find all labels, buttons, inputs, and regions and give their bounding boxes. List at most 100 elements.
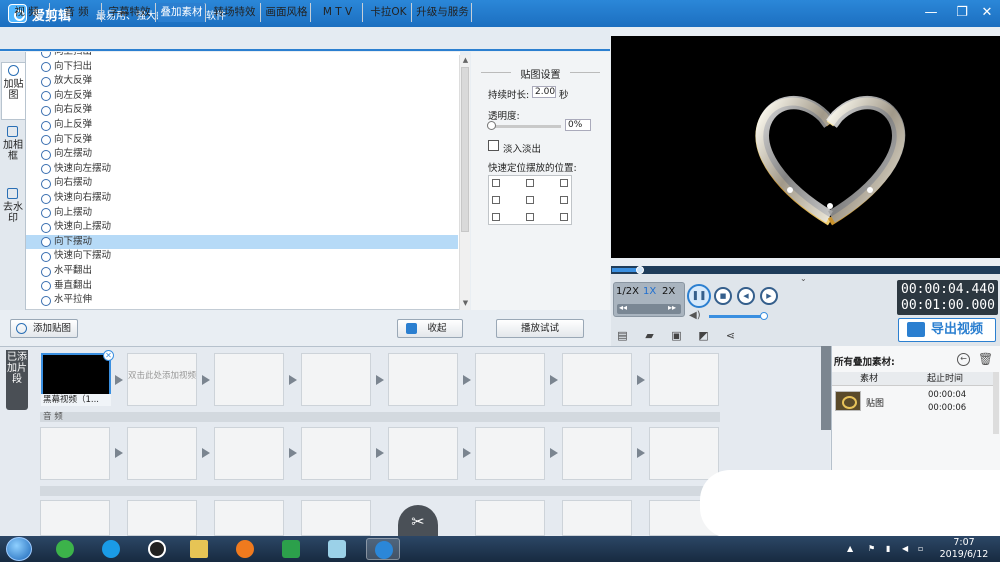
effect-item[interactable]: 向右反弹 [26, 103, 458, 118]
battery-tray-icon[interactable]: ▮ [886, 544, 895, 553]
audio-slot[interactable] [214, 427, 284, 480]
next-frame-button[interactable]: ▶ [760, 287, 778, 305]
radio-icon[interactable] [41, 149, 51, 160]
play-preview-button[interactable]: 播放试试 [496, 319, 584, 338]
effect-list-scrollbar[interactable]: ▲ ▼ [459, 55, 470, 310]
taskbar-app-360[interactable] [48, 538, 82, 560]
audio-slot[interactable] [649, 427, 719, 480]
tab-mtv[interactable]: M T V [313, 3, 363, 22]
track-slot[interactable] [214, 500, 284, 536]
stop-button[interactable]: ■ [714, 287, 732, 305]
radio-icon[interactable] [41, 281, 51, 292]
system-clock[interactable]: 7:07 2019/6/12 [930, 537, 998, 561]
opacity-value[interactable]: 0% [565, 119, 591, 131]
new-project-icon[interactable]: ▤ [616, 329, 629, 342]
overlay-panel-scrollbar[interactable] [993, 372, 999, 434]
effect-item[interactable]: 快速向右摆动 [26, 191, 458, 206]
speed-2x[interactable]: 2X [662, 286, 675, 297]
audio-slot[interactable] [127, 427, 197, 480]
track-slot[interactable] [301, 500, 371, 536]
effect-item[interactable]: 放大反弹 [26, 74, 458, 89]
scroll-up-icon[interactable]: ▲ [461, 56, 470, 65]
taskbar-app-aijianji[interactable] [366, 538, 400, 560]
sticker-thumbnail[interactable] [835, 391, 861, 411]
audio-slot[interactable] [475, 427, 545, 480]
collapse-button[interactable]: 收起 [397, 319, 463, 338]
radio-icon[interactable] [41, 105, 51, 116]
position-bottom-right[interactable] [560, 213, 568, 221]
radio-icon[interactable] [41, 76, 51, 87]
sticker-effect-list[interactable]: 向上扫出向下扫出放大反弹向左反弹向右反弹向上反弹向下反弹向左摆动快速向左摆动向右… [26, 52, 460, 310]
video-slot[interactable] [562, 353, 632, 406]
opacity-slider[interactable] [491, 125, 561, 128]
effect-item[interactable]: 向上扫出 [26, 52, 458, 60]
effect-item[interactable]: 向右摆动 [26, 176, 458, 191]
effect-item[interactable]: 垂直翻出 [26, 279, 458, 294]
side-tab-add-sticker[interactable]: 加贴图 [1, 62, 25, 120]
taskbar-app-editor[interactable] [320, 538, 354, 560]
action-center-icon[interactable]: ▫ [918, 544, 927, 553]
track-slot[interactable] [562, 500, 632, 536]
video-slot[interactable] [388, 353, 458, 406]
fade-checkbox[interactable] [488, 140, 499, 151]
fast-forward-icon[interactable]: ▸▸ [668, 303, 676, 312]
scroll-thumb[interactable] [461, 67, 469, 232]
audio-slot[interactable] [40, 427, 110, 480]
taskbar-app-qq[interactable] [140, 538, 174, 560]
playback-progress-handle[interactable] [636, 266, 644, 274]
tab-picture-style[interactable]: 画面风格 [263, 3, 311, 22]
effect-item[interactable]: 水平拉伸 [26, 293, 458, 308]
tab-overlay-material[interactable]: 叠加素材 [158, 3, 206, 22]
save-as-icon[interactable]: ◩ [697, 329, 710, 342]
speed-1x[interactable]: 1X [643, 286, 656, 297]
rewind-icon[interactable]: ◂◂ [619, 303, 627, 312]
add-sticker-button[interactable]: 添加贴图 [10, 319, 78, 338]
track-slot[interactable] [40, 500, 110, 536]
save-icon[interactable]: ▣ [670, 329, 683, 342]
effect-item[interactable]: 向左摆动 [26, 147, 458, 162]
tab-subtitle-effects[interactable]: 字幕特效 [104, 3, 156, 22]
position-top-center[interactable] [526, 179, 534, 187]
video-slot[interactable] [214, 353, 284, 406]
taskbar-app-firefox[interactable] [228, 538, 262, 560]
radio-icon[interactable] [41, 164, 51, 175]
radio-icon[interactable] [41, 62, 51, 73]
side-tab-add-frame[interactable]: 加相框 [1, 124, 25, 182]
minimize-button[interactable]: — [920, 4, 942, 22]
effect-item[interactable]: 向下扫出 [26, 60, 458, 75]
track-slot[interactable] [127, 500, 197, 536]
audio-slot[interactable] [301, 427, 371, 480]
radio-icon[interactable] [41, 237, 51, 248]
volume-slider-handle[interactable] [760, 312, 768, 320]
tab-video[interactable]: 视 频 [4, 3, 50, 22]
duration-input[interactable]: 2.00 [532, 86, 556, 98]
effect-item[interactable]: 快速向上摆动 [26, 220, 458, 235]
tab-upgrade-service[interactable]: 升级与服务 [414, 3, 472, 22]
radio-icon[interactable] [41, 91, 51, 102]
radio-icon[interactable] [41, 222, 51, 233]
radio-icon[interactable] [41, 193, 51, 204]
effect-item[interactable]: 向上反弹 [26, 118, 458, 133]
volume-slider[interactable] [709, 315, 764, 318]
empty-video-slot[interactable]: 双击此处添加视频 [127, 353, 197, 406]
tab-audio[interactable]: 音 频 [52, 3, 102, 22]
position-center[interactable] [526, 196, 534, 204]
position-middle-left[interactable] [492, 196, 500, 204]
delete-icon[interactable]: 🗑 [978, 352, 993, 366]
video-slot[interactable] [301, 353, 371, 406]
flag-tray-icon[interactable]: ⚑ [868, 544, 877, 553]
tab-transition-effects[interactable]: 转场特效 [209, 3, 261, 22]
start-button[interactable] [6, 537, 32, 561]
position-top-left[interactable] [492, 179, 500, 187]
position-middle-right[interactable] [560, 196, 568, 204]
position-top-right[interactable] [560, 179, 568, 187]
effect-item[interactable]: 向上摆动 [26, 206, 458, 221]
network-tray-icon[interactable]: ▲ [847, 544, 856, 553]
open-folder-icon[interactable]: ▰ [643, 329, 656, 342]
radio-icon[interactable] [41, 120, 51, 131]
back-icon[interactable]: ← [957, 353, 970, 366]
radio-icon[interactable] [41, 52, 51, 58]
scroll-down-icon[interactable]: ▼ [461, 299, 470, 308]
playback-progress-bar[interactable] [611, 266, 1000, 274]
side-tab-remove-watermark[interactable]: 去水印 [1, 186, 25, 244]
